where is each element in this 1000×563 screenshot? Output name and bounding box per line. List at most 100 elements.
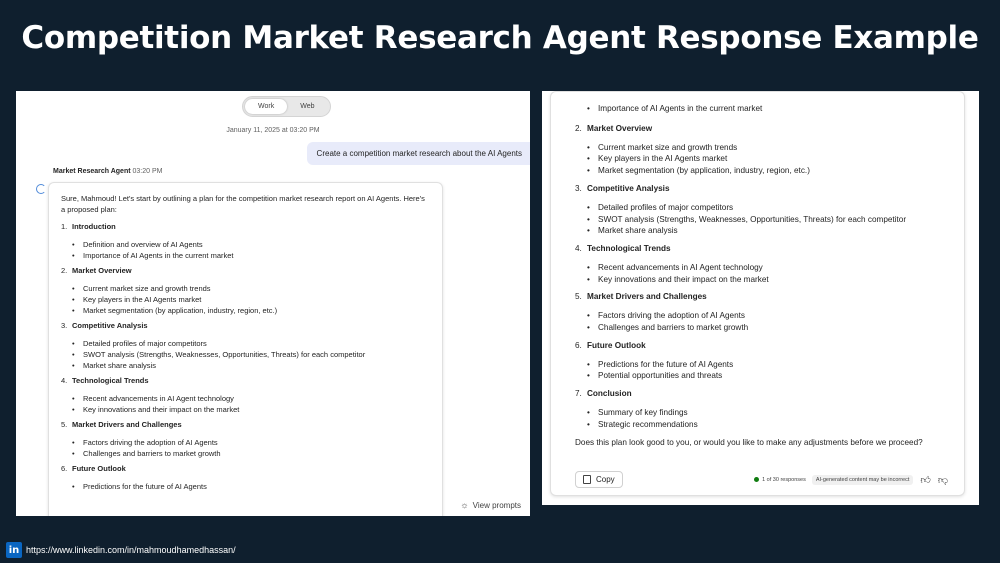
view-prompts-label: View prompts xyxy=(472,500,521,510)
list-item: Key players in the AI Agents market xyxy=(587,153,940,165)
plan-section: 4. Technological Trends Recent advancement… xyxy=(575,244,940,285)
section-heading: 1. Introduction xyxy=(61,222,430,231)
section-number: 5. xyxy=(61,420,68,429)
bullet-list: Detailed profiles of major competitorsSW… xyxy=(575,202,940,237)
section-title: Market Drivers and Challenges xyxy=(587,292,707,302)
response-footer: Copy 1 of 30 responses AI-generated cont… xyxy=(575,471,948,488)
thumbs-up-icon[interactable]: 👍︎ xyxy=(920,474,930,486)
list-item: Market share analysis xyxy=(587,225,940,237)
plan-section: 2. Market Overview Current market size and… xyxy=(61,266,430,316)
list-item: Strategic recommendations xyxy=(587,419,940,431)
list-item: Definition and overview of AI Agents xyxy=(72,239,430,250)
list-item: Importance of AI Agents in the current m… xyxy=(587,103,940,115)
section-title: Future Outlook xyxy=(587,340,646,350)
list-item: Market segmentation (by application, ind… xyxy=(72,305,430,316)
plan-section-continued: Importance of AI Agents in the current m… xyxy=(575,103,940,115)
list-item: Summary of key findings xyxy=(587,407,940,419)
ai-disclaimer-badge: AI-generated content may be incorrect xyxy=(811,474,914,485)
section-heading: 5. Market Drivers and Challenges xyxy=(61,420,430,429)
plan-sections: 1. Introduction Definition and overview of… xyxy=(61,222,430,492)
list-item: SWOT analysis (Strengths, Weaknesses, Op… xyxy=(587,214,940,226)
page-title: Competition Market Research Agent Respon… xyxy=(21,20,979,56)
work-web-toggle[interactable]: Work Web xyxy=(242,96,331,117)
bullet-list: Recent advancements in AI Agent technolo… xyxy=(575,262,940,285)
section-number: 2. xyxy=(61,266,68,275)
section-heading: 4. Technological Trends xyxy=(575,244,940,253)
list-item: Key players in the AI Agents market xyxy=(72,294,430,305)
plan-section: 5. Market Drivers and Challenges Factors d… xyxy=(575,292,940,333)
section-heading: 7. Conclusion xyxy=(575,389,940,398)
list-item: Detailed profiles of major competitors xyxy=(587,202,940,214)
section-number: 6. xyxy=(575,340,582,350)
list-item: Factors driving the adoption of AI Agent… xyxy=(72,437,430,448)
thumbs-down-icon[interactable]: 👎︎ xyxy=(938,474,948,486)
list-item: Challenges and barriers to market growth xyxy=(72,448,430,459)
bullet-list: Current market size and growth trendsKey… xyxy=(61,283,430,316)
bullet-list: Current market size and growth trendsKey… xyxy=(575,142,940,177)
bullet-list: Definition and overview of AI AgentsImpo… xyxy=(61,239,430,261)
list-item: Current market size and growth trends xyxy=(587,142,940,154)
view-prompts-button[interactable]: ☼ View prompts xyxy=(460,500,521,510)
section-title: Future Outlook xyxy=(72,464,126,473)
section-number: 3. xyxy=(575,183,582,193)
section-heading: 4. Technological Trends xyxy=(61,376,430,385)
section-heading: 2. Market Overview xyxy=(61,266,430,275)
section-title: Market Overview xyxy=(587,123,653,133)
section-number: 7. xyxy=(575,389,582,399)
linkedin-icon: in xyxy=(6,542,22,558)
toggle-web[interactable]: Web xyxy=(287,99,327,114)
section-title: Competitive Analysis xyxy=(587,183,670,193)
list-item: Recent advancements in AI Agent technolo… xyxy=(587,262,940,274)
section-number: 5. xyxy=(575,292,582,302)
list-item: SWOT analysis (Strengths, Weaknesses, Op… xyxy=(72,349,430,360)
section-number: 2. xyxy=(575,123,582,133)
agent-response-card-continued: Importance of AI Agents in the current m… xyxy=(550,91,965,496)
section-title: Technological Trends xyxy=(587,243,671,253)
section-heading: 3. Competitive Analysis xyxy=(575,184,940,193)
list-item: Potential opportunities and threats xyxy=(587,370,940,382)
section-title: Competitive Analysis xyxy=(72,321,148,330)
toggle-work[interactable]: Work xyxy=(245,99,288,114)
status-dot xyxy=(754,477,760,482)
agent-response-card: Sure, Mahmoud! Let's start by outlining … xyxy=(48,182,443,516)
plan-section: 6. Future Outlook Predictions for the futu… xyxy=(61,464,430,492)
plan-section: 1. Introduction Definition and overview of… xyxy=(61,222,430,261)
section-heading: 3. Competitive Analysis xyxy=(61,321,430,330)
section-number: 1. xyxy=(61,222,68,231)
view-prompts-icon: ☼ xyxy=(460,500,469,510)
list-item: Predictions for the future of AI Agents xyxy=(587,359,940,371)
right-chat-panel: Importance of AI Agents in the current m… xyxy=(542,91,979,505)
copy-label: Copy xyxy=(596,475,615,484)
plan-sections: 2. Market Overview Current market size and… xyxy=(575,124,940,431)
section-heading: 2. Market Overview xyxy=(575,124,940,133)
linkedin-link[interactable]: in https://www.linkedin.com/in/mahmoudha… xyxy=(6,542,236,558)
bullet-list: Predictions for the future of AI Agents xyxy=(61,481,430,492)
bullet-list: Factors driving the adoption of AI Agent… xyxy=(575,310,940,333)
section-number: 3. xyxy=(61,321,68,330)
agent-name: Market Research Agent xyxy=(53,168,131,175)
section-title: Market Drivers and Challenges xyxy=(72,420,182,429)
section-number: 4. xyxy=(61,376,68,385)
agent-loading-icon xyxy=(36,184,46,194)
section-title: Technological Trends xyxy=(72,376,149,385)
list-item: Market segmentation (by application, ind… xyxy=(587,165,940,177)
response-count: 1 of 30 responses xyxy=(762,476,806,483)
agent-time: 03:20 PM xyxy=(132,168,163,175)
message-date: January 11, 2025 at 03:20 PM xyxy=(226,127,320,134)
list-item: Market share analysis xyxy=(72,360,430,371)
plan-section: 3. Competitive Analysis Detailed profiles … xyxy=(575,184,940,237)
bullet-list: Factors driving the adoption of AI Agent… xyxy=(61,437,430,459)
list-item: Predictions for the future of AI Agents xyxy=(72,481,430,492)
list-item: Challenges and barriers to market growth xyxy=(587,322,940,334)
bullet-list: Predictions for the future of AI AgentsP… xyxy=(575,359,940,382)
list-item: Detailed profiles of major competitors xyxy=(72,338,430,349)
plan-section: 3. Competitive Analysis Detailed profiles … xyxy=(61,321,430,371)
plan-section: 2. Market Overview Current market size and… xyxy=(575,124,940,177)
section-heading: 5. Market Drivers and Challenges xyxy=(575,292,940,301)
bullet-list: Detailed profiles of major competitorsSW… xyxy=(61,338,430,371)
bullet-list: Summary of key findingsStrategic recomme… xyxy=(575,407,940,430)
plan-section: 6. Future Outlook Predictions for the futu… xyxy=(575,341,940,382)
plan-section: 4. Technological Trends Recent advancement… xyxy=(61,376,430,415)
copy-button[interactable]: Copy xyxy=(575,471,623,488)
linkedin-url[interactable]: https://www.linkedin.com/in/mahmoudhamed… xyxy=(26,545,236,555)
